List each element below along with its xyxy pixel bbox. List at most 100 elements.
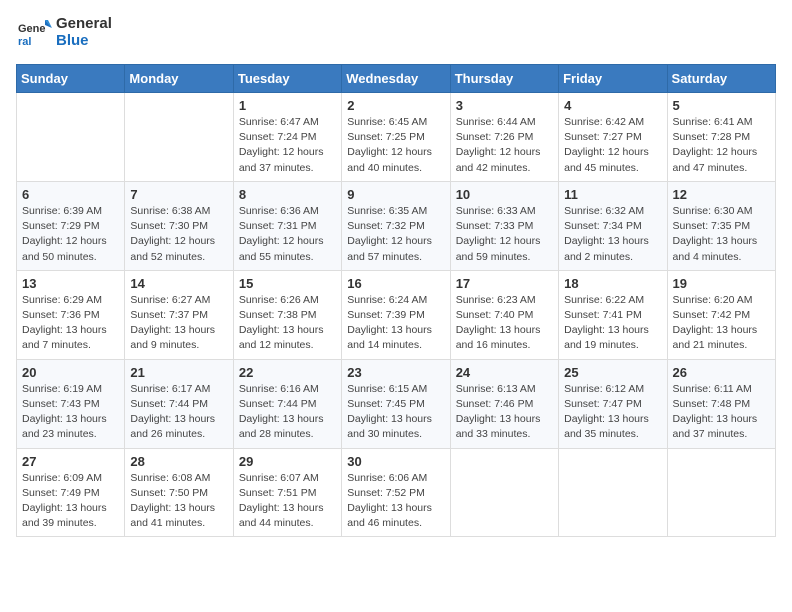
calendar-cell: 17Sunrise: 6:23 AM Sunset: 7:40 PM Dayli… <box>450 270 558 359</box>
logo-blue-label: Blue <box>56 33 112 50</box>
calendar-cell: 1Sunrise: 6:47 AM Sunset: 7:24 PM Daylig… <box>233 93 341 182</box>
calendar-cell: 5 Sunrise: 6:41 AM Sunset: 7:28 PM Daylig… <box>667 93 775 182</box>
day-detail: Sunrise: 6:35 AM Sunset: 7:32 PM Dayligh… <box>347 205 432 263</box>
day-detail: Sunrise: 6:41 AM Sunset: 7:28 PM Dayligh… <box>673 116 758 174</box>
day-detail: Sunrise: 6:27 AM Sunset: 7:37 PM Dayligh… <box>130 294 215 352</box>
day-number: 22 <box>239 365 336 380</box>
calendar-week-row: 13 Sunrise: 6:29 AM Sunset: 7:36 PM Dayli… <box>17 270 776 359</box>
day-number: 15 <box>239 276 336 291</box>
weekday-header: Wednesday <box>342 65 450 93</box>
day-number: 8 <box>239 187 336 202</box>
day-number: 14 <box>130 276 227 291</box>
day-number: 18 <box>564 276 661 291</box>
day-number: 12 <box>673 187 770 202</box>
weekday-header: Tuesday <box>233 65 341 93</box>
day-number: 27 <box>22 454 119 469</box>
day-detail: Sunrise: 6:45 AM Sunset: 7:25 PM Dayligh… <box>347 116 432 174</box>
calendar-cell: 20 Sunrise: 6:19 AM Sunset: 7:43 PM Dayli… <box>17 359 125 448</box>
page-header: Gene ral General Blue <box>16 16 776 52</box>
day-detail: Sunrise: 6:44 AM Sunset: 7:26 PM Dayligh… <box>456 116 541 174</box>
calendar-cell: 12 Sunrise: 6:30 AM Sunset: 7:35 PM Dayli… <box>667 181 775 270</box>
day-detail: Sunrise: 6:26 AM Sunset: 7:38 PM Dayligh… <box>239 294 324 352</box>
calendar-cell <box>450 448 558 537</box>
day-detail: Sunrise: 6:08 AM Sunset: 7:50 PM Dayligh… <box>130 472 215 530</box>
day-detail: Sunrise: 6:11 AM Sunset: 7:48 PM Dayligh… <box>673 383 758 441</box>
day-detail: Sunrise: 6:07 AM Sunset: 7:51 PM Dayligh… <box>239 472 324 530</box>
calendar-table: SundayMondayTuesdayWednesdayThursdayFrid… <box>16 64 776 537</box>
logo-bird-icon: Gene ral <box>16 16 52 52</box>
calendar-cell: 14 Sunrise: 6:27 AM Sunset: 7:37 PM Dayli… <box>125 270 233 359</box>
day-number: 10 <box>456 187 553 202</box>
day-detail: Sunrise: 6:29 AM Sunset: 7:36 PM Dayligh… <box>22 294 107 352</box>
calendar-cell: 8 Sunrise: 6:36 AM Sunset: 7:31 PM Daylig… <box>233 181 341 270</box>
day-detail: Sunrise: 6:15 AM Sunset: 7:45 PM Dayligh… <box>347 383 432 441</box>
day-detail: Sunrise: 6:36 AM Sunset: 7:31 PM Dayligh… <box>239 205 324 263</box>
calendar-week-row: 6 Sunrise: 6:39 AM Sunset: 7:29 PM Daylig… <box>17 181 776 270</box>
day-detail: Sunrise: 6:38 AM Sunset: 7:30 PM Dayligh… <box>130 205 215 263</box>
calendar-cell <box>559 448 667 537</box>
calendar-cell: 7 Sunrise: 6:38 AM Sunset: 7:30 PM Daylig… <box>125 181 233 270</box>
calendar-cell: 2 Sunrise: 6:45 AM Sunset: 7:25 PM Daylig… <box>342 93 450 182</box>
day-detail: Sunrise: 6:13 AM Sunset: 7:46 PM Dayligh… <box>456 383 541 441</box>
logo: Gene ral General Blue <box>16 16 112 52</box>
day-number: 30 <box>347 454 444 469</box>
calendar-cell: 6 Sunrise: 6:39 AM Sunset: 7:29 PM Daylig… <box>17 181 125 270</box>
logo-general-text: General <box>56 16 112 33</box>
day-detail: Sunrise: 6:12 AM Sunset: 7:47 PM Dayligh… <box>564 383 649 441</box>
calendar-week-row: 27 Sunrise: 6:09 AM Sunset: 7:49 PM Dayli… <box>17 448 776 537</box>
calendar-body: 1Sunrise: 6:47 AM Sunset: 7:24 PM Daylig… <box>17 93 776 537</box>
svg-text:ral: ral <box>18 36 31 48</box>
day-number: 2 <box>347 98 444 113</box>
calendar-week-row: 1Sunrise: 6:47 AM Sunset: 7:24 PM Daylig… <box>17 93 776 182</box>
day-detail: Sunrise: 6:17 AM Sunset: 7:44 PM Dayligh… <box>130 383 215 441</box>
calendar-cell: 18 Sunrise: 6:22 AM Sunset: 7:41 PM Dayli… <box>559 270 667 359</box>
calendar-cell: 26 Sunrise: 6:11 AM Sunset: 7:48 PM Dayli… <box>667 359 775 448</box>
day-number: 5 <box>673 98 770 113</box>
weekday-header: Friday <box>559 65 667 93</box>
day-number: 7 <box>130 187 227 202</box>
calendar-cell: 4Sunrise: 6:42 AM Sunset: 7:27 PM Daylig… <box>559 93 667 182</box>
calendar-cell: 29 Sunrise: 6:07 AM Sunset: 7:51 PM Dayli… <box>233 448 341 537</box>
calendar-header-row: SundayMondayTuesdayWednesdayThursdayFrid… <box>17 65 776 93</box>
calendar-cell <box>125 93 233 182</box>
day-number: 17 <box>456 276 553 291</box>
day-number: 23 <box>347 365 444 380</box>
day-detail: Sunrise: 6:30 AM Sunset: 7:35 PM Dayligh… <box>673 205 758 263</box>
day-number: 25 <box>564 365 661 380</box>
calendar-cell: 30Sunrise: 6:06 AM Sunset: 7:52 PM Dayli… <box>342 448 450 537</box>
day-number: 9 <box>347 187 444 202</box>
day-detail: Sunrise: 6:32 AM Sunset: 7:34 PM Dayligh… <box>564 205 649 263</box>
calendar-cell: 15 Sunrise: 6:26 AM Sunset: 7:38 PM Dayli… <box>233 270 341 359</box>
day-number: 21 <box>130 365 227 380</box>
weekday-header: Monday <box>125 65 233 93</box>
calendar-cell: 23 Sunrise: 6:15 AM Sunset: 7:45 PM Dayli… <box>342 359 450 448</box>
svg-text:Gene: Gene <box>18 23 46 35</box>
day-number: 13 <box>22 276 119 291</box>
day-detail: Sunrise: 6:22 AM Sunset: 7:41 PM Dayligh… <box>564 294 649 352</box>
day-number: 24 <box>456 365 553 380</box>
day-number: 1 <box>239 98 336 113</box>
calendar-cell: 24 Sunrise: 6:13 AM Sunset: 7:46 PM Dayli… <box>450 359 558 448</box>
day-number: 26 <box>673 365 770 380</box>
day-detail: Sunrise: 6:24 AM Sunset: 7:39 PM Dayligh… <box>347 294 432 352</box>
day-number: 20 <box>22 365 119 380</box>
day-number: 11 <box>564 187 661 202</box>
calendar-cell: 11 Sunrise: 6:32 AM Sunset: 7:34 PM Dayli… <box>559 181 667 270</box>
weekday-header: Thursday <box>450 65 558 93</box>
day-number: 6 <box>22 187 119 202</box>
day-number: 28 <box>130 454 227 469</box>
day-detail: Sunrise: 6:42 AM Sunset: 7:27 PM Dayligh… <box>564 116 649 174</box>
calendar-cell: 13 Sunrise: 6:29 AM Sunset: 7:36 PM Dayli… <box>17 270 125 359</box>
calendar-cell: 10Sunrise: 6:33 AM Sunset: 7:33 PM Dayli… <box>450 181 558 270</box>
day-number: 19 <box>673 276 770 291</box>
calendar-cell: 28 Sunrise: 6:08 AM Sunset: 7:50 PM Dayli… <box>125 448 233 537</box>
weekday-header: Saturday <box>667 65 775 93</box>
day-detail: Sunrise: 6:09 AM Sunset: 7:49 PM Dayligh… <box>22 472 107 530</box>
day-number: 29 <box>239 454 336 469</box>
day-detail: Sunrise: 6:20 AM Sunset: 7:42 PM Dayligh… <box>673 294 758 352</box>
calendar-week-row: 20 Sunrise: 6:19 AM Sunset: 7:43 PM Dayli… <box>17 359 776 448</box>
day-detail: Sunrise: 6:39 AM Sunset: 7:29 PM Dayligh… <box>22 205 107 263</box>
calendar-cell <box>667 448 775 537</box>
day-detail: Sunrise: 6:19 AM Sunset: 7:43 PM Dayligh… <box>22 383 107 441</box>
calendar-cell: 3Sunrise: 6:44 AM Sunset: 7:26 PM Daylig… <box>450 93 558 182</box>
